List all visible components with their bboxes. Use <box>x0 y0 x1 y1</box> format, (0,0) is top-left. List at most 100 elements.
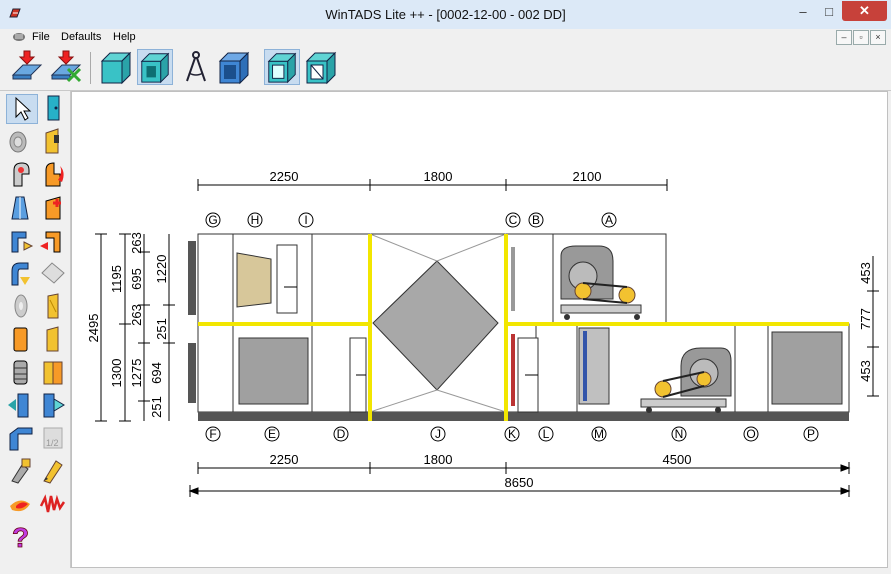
damper-button[interactable] <box>6 193 38 223</box>
casing-cube-button[interactable] <box>216 49 252 85</box>
panel-yellow-button[interactable] <box>38 292 70 322</box>
label-N: N <box>675 427 684 441</box>
status-bar <box>0 568 891 574</box>
stacked-filter-icon <box>13 360 28 385</box>
duct-view-button[interactable] <box>98 49 134 85</box>
label-A: A <box>605 213 613 227</box>
label-E: E <box>268 427 276 441</box>
text-tool-button[interactable]: 1/2 <box>38 424 70 454</box>
right-dim-top: 453 <box>858 262 873 284</box>
label-J: J <box>435 427 441 441</box>
pointer-tool-icon <box>15 96 32 121</box>
panel-plain-button[interactable] <box>38 325 70 355</box>
heater-flame-button[interactable] <box>38 160 70 190</box>
text-tool-icon: 1/2 <box>43 427 63 449</box>
left-dim-1275: 1275 <box>129 359 144 388</box>
compass-icon <box>186 51 206 82</box>
close-button[interactable]: ✕ <box>842 1 887 21</box>
label-L: L <box>543 427 550 441</box>
label-P: P <box>807 427 815 441</box>
help-button[interactable]: ? <box>6 521 38 554</box>
drawing-canvas[interactable]: 2250 1800 2100 G H I C B A F E D J K L M… <box>71 91 888 568</box>
fire-button[interactable] <box>6 490 38 520</box>
silencer-icon <box>41 262 65 284</box>
label-K: K <box>508 427 516 441</box>
disc-icon <box>14 294 28 318</box>
duct-section-icon <box>140 52 170 84</box>
pencil-button[interactable] <box>38 457 70 487</box>
menu-help[interactable]: Help <box>113 31 136 43</box>
duct-section-button[interactable] <box>137 49 173 85</box>
left-dim-263: 263 <box>129 304 144 326</box>
import-unit-icon <box>11 50 43 80</box>
elbow-red-icon <box>40 231 61 253</box>
door-yellow-button[interactable] <box>38 127 70 157</box>
menu-defaults[interactable]: Defaults <box>61 31 101 43</box>
ahu-drawing: 2250 1800 2100 G H I C B A F E D J K L M… <box>86 169 879 497</box>
document-system-icon[interactable] <box>12 31 26 43</box>
split-blue-button[interactable] <box>6 391 38 421</box>
fan-gray-button[interactable] <box>6 160 38 190</box>
filter-roll-button[interactable] <box>6 127 38 157</box>
top-dim-3: 2100 <box>573 169 602 184</box>
left-dim-251-mid: 251 <box>154 318 169 340</box>
mdi-close-button[interactable]: × <box>870 30 886 45</box>
wireframe-cube-icon <box>267 52 297 84</box>
import-unit-button[interactable] <box>9 49 45 85</box>
door-panel-button[interactable] <box>38 94 70 124</box>
label-B: B <box>532 213 540 227</box>
main-toolbar <box>0 46 891 91</box>
elbow-red-button[interactable] <box>38 226 70 256</box>
mdi-restore-button[interactable]: ▫ <box>853 30 869 45</box>
casing-cube-icon <box>218 51 250 85</box>
bend-button[interactable] <box>6 259 38 289</box>
total-length-dim: 8650 <box>505 475 534 490</box>
stacked-filter-button[interactable] <box>6 358 38 388</box>
top-dim-1: 2250 <box>270 169 299 184</box>
left-outer-dim: 2495 <box>86 314 101 343</box>
arrow-right-button[interactable] <box>38 391 70 421</box>
label-H: H <box>251 213 260 227</box>
door-panel-icon <box>47 95 60 121</box>
maximize-button[interactable]: □ <box>816 1 842 21</box>
label-I: I <box>304 213 307 227</box>
silencer-button[interactable] <box>38 259 70 289</box>
label-C: C <box>509 213 518 227</box>
component-palette: 1/2 ? <box>0 91 71 568</box>
elbow-blue-button[interactable] <box>6 226 38 256</box>
label-F: F <box>209 427 216 441</box>
filter-roll-icon <box>9 131 27 153</box>
wireframe-cube-button[interactable] <box>264 49 300 85</box>
delete-unit-button[interactable] <box>48 49 84 85</box>
book-filter-button[interactable] <box>38 358 70 388</box>
damper-icon <box>11 196 29 220</box>
title-bar: WinTADS Lite ++ - [0002-12-00 - 002 DD] … <box>0 0 891 30</box>
panel-plain-icon <box>46 326 59 352</box>
mdi-minimize-button[interactable]: – <box>836 30 852 45</box>
top-dim-2: 1800 <box>424 169 453 184</box>
fan-gray-icon <box>13 162 30 187</box>
pencil-icon <box>43 460 63 484</box>
frame-blue-button[interactable] <box>6 424 38 454</box>
left-dim-1220: 1220 <box>154 255 169 284</box>
menu-file[interactable]: File <box>32 31 50 43</box>
coil-plus-button[interactable] <box>38 193 70 223</box>
compass-button[interactable] <box>178 49 214 85</box>
paint-button[interactable] <box>6 457 38 487</box>
left-dim-263-top: 263 <box>129 232 144 254</box>
bottom-dim-2: 1800 <box>424 452 453 467</box>
fire-icon <box>10 500 30 512</box>
wave-button[interactable] <box>38 490 70 520</box>
pointer-tool-button[interactable] <box>6 94 38 124</box>
toolbar-separator <box>90 52 91 84</box>
wireframe-cube-2-button[interactable] <box>303 49 339 85</box>
mdi-window-controls: – ▫ × <box>836 30 886 45</box>
wireframe-cube-2-icon <box>305 51 337 85</box>
frame-blue-icon <box>9 427 33 451</box>
svg-text:1/2: 1/2 <box>46 438 59 448</box>
delete-unit-icon <box>50 50 82 83</box>
minimize-button[interactable]: – <box>790 1 816 21</box>
panel-orange-button[interactable] <box>6 325 38 355</box>
menu-bar: File Defaults Help <box>0 29 891 46</box>
disc-button[interactable] <box>6 292 38 322</box>
